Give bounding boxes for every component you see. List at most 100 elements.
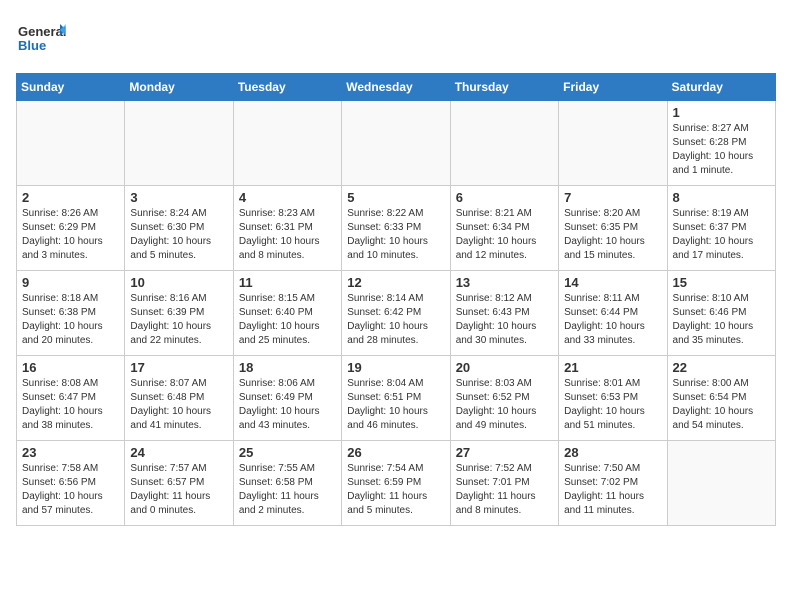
- day-number: 4: [239, 190, 336, 205]
- day-info: Sunrise: 7:58 AM Sunset: 6:56 PM Dayligh…: [22, 462, 119, 518]
- day-number: 1: [673, 105, 770, 120]
- day-info: Sunrise: 7:50 AM Sunset: 7:02 PM Dayligh…: [564, 462, 661, 518]
- day-info: Sunrise: 8:10 AM Sunset: 6:46 PM Dayligh…: [673, 292, 770, 348]
- day-info: Sunrise: 7:54 AM Sunset: 6:59 PM Dayligh…: [347, 462, 444, 518]
- day-number: 15: [673, 275, 770, 290]
- week-row-4: 16 Sunrise: 8:08 AM Sunset: 6:47 PM Dayli…: [17, 356, 776, 441]
- day-info: Sunrise: 8:26 AM Sunset: 6:29 PM Dayligh…: [22, 207, 119, 263]
- day-number: 14: [564, 275, 661, 290]
- calendar-cell: 15 Sunrise: 8:10 AM Sunset: 6:46 PM Dayli…: [667, 271, 775, 356]
- week-row-3: 9Sunrise: 8:18 AM Sunset: 6:38 PM Daylig…: [17, 271, 776, 356]
- day-number: 6: [456, 190, 553, 205]
- day-info: Sunrise: 8:14 AM Sunset: 6:42 PM Dayligh…: [347, 292, 444, 348]
- day-info: Sunrise: 8:24 AM Sunset: 6:30 PM Dayligh…: [130, 207, 227, 263]
- day-number: 27: [456, 445, 553, 460]
- day-number: 28: [564, 445, 661, 460]
- calendar-cell: [125, 101, 233, 186]
- calendar-cell: 4 Sunrise: 8:23 AM Sunset: 6:31 PM Daylig…: [233, 186, 341, 271]
- day-number: 19: [347, 360, 444, 375]
- calendar-cell: 21 Sunrise: 8:01 AM Sunset: 6:53 PM Dayli…: [559, 356, 667, 441]
- day-number: 12: [347, 275, 444, 290]
- day-info: Sunrise: 8:21 AM Sunset: 6:34 PM Dayligh…: [456, 207, 553, 263]
- day-info: Sunrise: 8:07 AM Sunset: 6:48 PM Dayligh…: [130, 377, 227, 433]
- weekday-header-monday: Monday: [125, 74, 233, 101]
- day-info: Sunrise: 7:57 AM Sunset: 6:57 PM Dayligh…: [130, 462, 227, 518]
- weekday-header-friday: Friday: [559, 74, 667, 101]
- day-number: 11: [239, 275, 336, 290]
- day-info: Sunrise: 8:27 AM Sunset: 6:28 PM Dayligh…: [673, 122, 770, 178]
- calendar-cell: 24 Sunrise: 7:57 AM Sunset: 6:57 PM Dayli…: [125, 441, 233, 526]
- calendar-cell: 28 Sunrise: 7:50 AM Sunset: 7:02 PM Dayli…: [559, 441, 667, 526]
- day-info: Sunrise: 8:08 AM Sunset: 6:47 PM Dayligh…: [22, 377, 119, 433]
- day-number: 21: [564, 360, 661, 375]
- calendar-cell: 19 Sunrise: 8:04 AM Sunset: 6:51 PM Dayli…: [342, 356, 450, 441]
- day-info: Sunrise: 8:04 AM Sunset: 6:51 PM Dayligh…: [347, 377, 444, 433]
- calendar-cell: 23 Sunrise: 7:58 AM Sunset: 6:56 PM Dayli…: [17, 441, 125, 526]
- day-info: Sunrise: 8:19 AM Sunset: 6:37 PM Dayligh…: [673, 207, 770, 263]
- weekday-header-saturday: Saturday: [667, 74, 775, 101]
- calendar-cell: 27 Sunrise: 7:52 AM Sunset: 7:01 PM Dayli…: [450, 441, 558, 526]
- calendar-cell: 26 Sunrise: 7:54 AM Sunset: 6:59 PM Dayli…: [342, 441, 450, 526]
- calendar-cell: [342, 101, 450, 186]
- day-info: Sunrise: 8:11 AM Sunset: 6:44 PM Dayligh…: [564, 292, 661, 348]
- calendar-cell: 6 Sunrise: 8:21 AM Sunset: 6:34 PM Daylig…: [450, 186, 558, 271]
- calendar-cell: 3 Sunrise: 8:24 AM Sunset: 6:30 PM Daylig…: [125, 186, 233, 271]
- day-number: 3: [130, 190, 227, 205]
- weekday-header-sunday: Sunday: [17, 74, 125, 101]
- day-number: 7: [564, 190, 661, 205]
- day-info: Sunrise: 8:01 AM Sunset: 6:53 PM Dayligh…: [564, 377, 661, 433]
- day-number: 17: [130, 360, 227, 375]
- svg-text:General: General: [18, 24, 66, 39]
- calendar-cell: 1 Sunrise: 8:27 AM Sunset: 6:28 PM Daylig…: [667, 101, 775, 186]
- day-info: Sunrise: 8:06 AM Sunset: 6:49 PM Dayligh…: [239, 377, 336, 433]
- calendar-cell: [17, 101, 125, 186]
- day-number: 20: [456, 360, 553, 375]
- day-number: 18: [239, 360, 336, 375]
- weekday-header-tuesday: Tuesday: [233, 74, 341, 101]
- calendar-cell: 13 Sunrise: 8:12 AM Sunset: 6:43 PM Dayli…: [450, 271, 558, 356]
- calendar-cell: 17 Sunrise: 8:07 AM Sunset: 6:48 PM Dayli…: [125, 356, 233, 441]
- calendar-cell: 25 Sunrise: 7:55 AM Sunset: 6:58 PM Dayli…: [233, 441, 341, 526]
- week-row-5: 23 Sunrise: 7:58 AM Sunset: 6:56 PM Dayli…: [17, 441, 776, 526]
- day-info: Sunrise: 8:03 AM Sunset: 6:52 PM Dayligh…: [456, 377, 553, 433]
- calendar-cell: 7 Sunrise: 8:20 AM Sunset: 6:35 PM Daylig…: [559, 186, 667, 271]
- day-number: 26: [347, 445, 444, 460]
- day-number: 8: [673, 190, 770, 205]
- calendar-cell: 12 Sunrise: 8:14 AM Sunset: 6:42 PM Dayli…: [342, 271, 450, 356]
- day-info: Sunrise: 8:23 AM Sunset: 6:31 PM Dayligh…: [239, 207, 336, 263]
- weekday-header-wednesday: Wednesday: [342, 74, 450, 101]
- calendar-cell: 5Sunrise: 8:22 AM Sunset: 6:33 PM Daylig…: [342, 186, 450, 271]
- day-info: Sunrise: 8:20 AM Sunset: 6:35 PM Dayligh…: [564, 207, 661, 263]
- calendar-cell: 8 Sunrise: 8:19 AM Sunset: 6:37 PM Daylig…: [667, 186, 775, 271]
- day-number: 25: [239, 445, 336, 460]
- day-number: 2: [22, 190, 119, 205]
- week-row-2: 2 Sunrise: 8:26 AM Sunset: 6:29 PM Daylig…: [17, 186, 776, 271]
- day-number: 22: [673, 360, 770, 375]
- day-number: 10: [130, 275, 227, 290]
- day-number: 13: [456, 275, 553, 290]
- day-info: Sunrise: 7:55 AM Sunset: 6:58 PM Dayligh…: [239, 462, 336, 518]
- day-number: 9: [22, 275, 119, 290]
- calendar-cell: 2 Sunrise: 8:26 AM Sunset: 6:29 PM Daylig…: [17, 186, 125, 271]
- calendar-cell: [667, 441, 775, 526]
- calendar-cell: 10Sunrise: 8:16 AM Sunset: 6:39 PM Dayli…: [125, 271, 233, 356]
- calendar-header-row: SundayMondayTuesdayWednesdayThursdayFrid…: [17, 74, 776, 101]
- day-number: 24: [130, 445, 227, 460]
- day-number: 5: [347, 190, 444, 205]
- calendar-cell: 11 Sunrise: 8:15 AM Sunset: 6:40 PM Dayli…: [233, 271, 341, 356]
- calendar-cell: [233, 101, 341, 186]
- weekday-header-thursday: Thursday: [450, 74, 558, 101]
- day-info: Sunrise: 8:00 AM Sunset: 6:54 PM Dayligh…: [673, 377, 770, 433]
- day-number: 23: [22, 445, 119, 460]
- calendar-cell: 18 Sunrise: 8:06 AM Sunset: 6:49 PM Dayli…: [233, 356, 341, 441]
- logo: General Blue: [16, 16, 66, 65]
- calendar-cell: [559, 101, 667, 186]
- day-info: Sunrise: 8:12 AM Sunset: 6:43 PM Dayligh…: [456, 292, 553, 348]
- calendar-table: SundayMondayTuesdayWednesdayThursdayFrid…: [16, 73, 776, 526]
- calendar-cell: 16 Sunrise: 8:08 AM Sunset: 6:47 PM Dayli…: [17, 356, 125, 441]
- day-info: Sunrise: 7:52 AM Sunset: 7:01 PM Dayligh…: [456, 462, 553, 518]
- calendar-cell: 9Sunrise: 8:18 AM Sunset: 6:38 PM Daylig…: [17, 271, 125, 356]
- day-number: 16: [22, 360, 119, 375]
- svg-text:Blue: Blue: [18, 38, 46, 53]
- day-info: Sunrise: 8:15 AM Sunset: 6:40 PM Dayligh…: [239, 292, 336, 348]
